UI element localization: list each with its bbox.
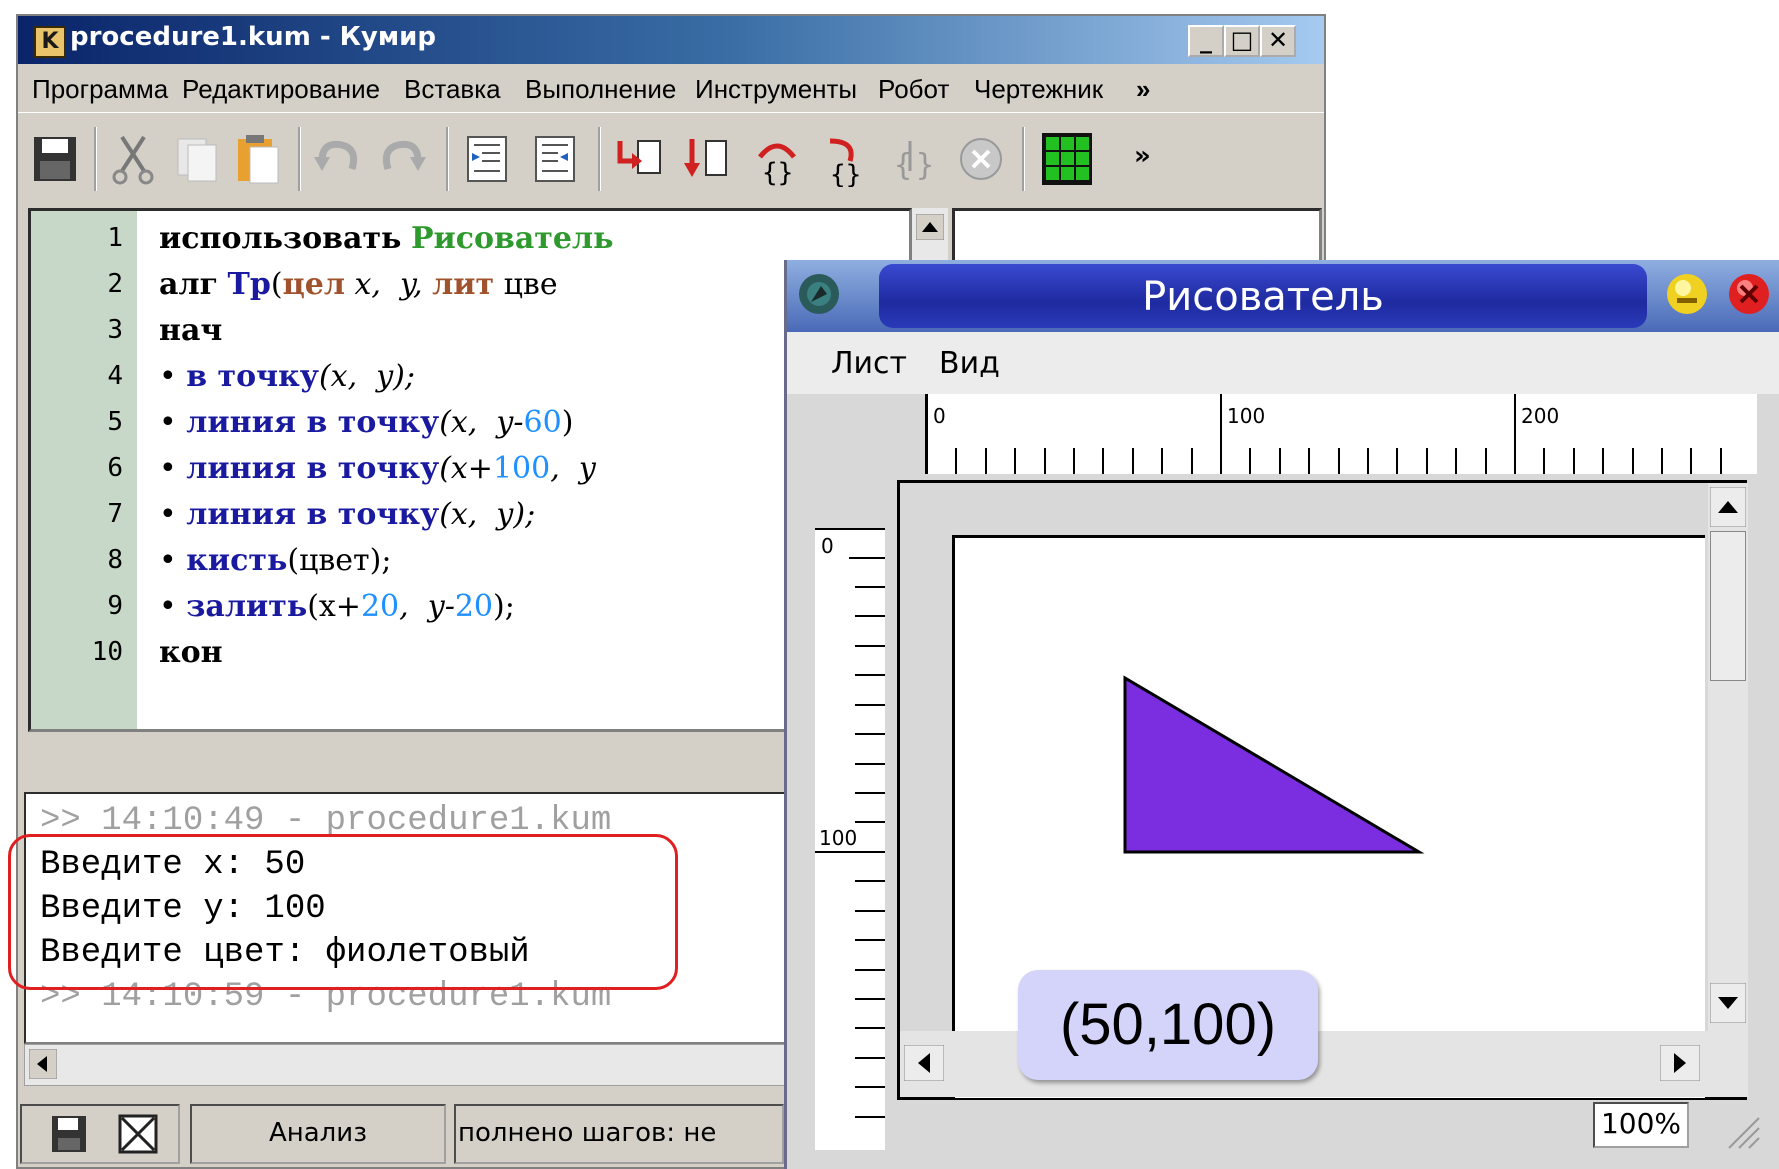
minimize-icon[interactable] [1665, 272, 1709, 316]
scroll-down-arrow-icon[interactable] [1710, 983, 1746, 1023]
status-analysis: Анализ [190, 1104, 446, 1164]
drawer-title-pill: Рисователь [879, 264, 1647, 328]
code-line-3: нач [159, 313, 223, 348]
line-number: 8 [107, 545, 123, 575]
menu-drawer[interactable]: Чертежник [974, 74, 1103, 105]
line-number: 10 [91, 637, 123, 667]
scroll-right-arrow-icon[interactable] [1660, 1045, 1700, 1081]
status-steps: полнено шагов: не [454, 1104, 784, 1164]
code-line-10: кон [159, 635, 223, 670]
toolbar: {} {} { } » [18, 112, 1324, 205]
scroll-left-arrow-icon[interactable] [29, 1049, 57, 1079]
menu-overflow[interactable]: » [1136, 74, 1150, 105]
ruler-ticks [927, 394, 1722, 474]
close-button[interactable]: ✕ [1260, 25, 1296, 57]
close-box-icon[interactable] [116, 1112, 160, 1156]
scroll-up-arrow-icon[interactable] [1710, 487, 1746, 527]
line-number-gutter: 1 2 3 4 5 6 7 8 9 10 [31, 211, 137, 729]
resize-grip-icon[interactable] [1721, 1110, 1761, 1150]
drawer-title-bar[interactable]: Рисователь [787, 260, 1779, 332]
indent-icon[interactable] [458, 131, 516, 187]
pin-icon[interactable] [797, 272, 841, 316]
console-horizontal-scrollbar[interactable] [24, 1044, 906, 1086]
step-out-icon[interactable]: {} [816, 131, 874, 187]
drawer-menu-bar: Лист Вид [787, 332, 1779, 394]
code-line-7: • линия в точку(x, y); [159, 497, 536, 532]
line-number: 5 [107, 407, 123, 437]
menu-program[interactable]: Программа [32, 74, 168, 105]
code-editor[interactable]: 1 2 3 4 5 6 7 8 9 10 использовать Рисова… [28, 208, 912, 732]
code-line-2: алг Тр(цел x, y, лит цве [159, 267, 558, 302]
step-icon[interactable] [678, 131, 736, 187]
code-line-9: • залить(x+20, y-20); [159, 589, 515, 624]
toolbar-overflow[interactable]: » [1134, 141, 1151, 171]
save-icon[interactable] [26, 131, 84, 187]
close-icon[interactable] [1727, 272, 1771, 316]
menu-insert[interactable]: Вставка [404, 74, 501, 105]
input-highlight-box [8, 834, 678, 990]
window-title: procedure1.kum - Кумир [70, 22, 436, 52]
code-line-4: • в точку(x, y); [159, 359, 415, 394]
paste-icon[interactable] [230, 131, 288, 187]
ruler-label: 100 [1227, 404, 1266, 428]
undo-icon[interactable] [308, 131, 366, 187]
status-icons-panel [20, 1104, 180, 1164]
code-line-1: использовать Рисователь [159, 221, 614, 256]
cut-icon[interactable] [104, 131, 162, 187]
menu-view[interactable]: Вид [939, 346, 1000, 381]
run-icon[interactable] [612, 131, 670, 187]
ruler-label: 0 [821, 534, 834, 558]
scroll-left-arrow-icon[interactable] [904, 1045, 944, 1081]
stop-icon[interactable] [952, 131, 1010, 187]
code-line-6: • линия в точку(x+100, y [159, 451, 596, 486]
menu-run[interactable]: Выполнение [525, 74, 676, 105]
line-number: 4 [107, 361, 123, 391]
line-number: 3 [107, 315, 123, 345]
menu-robot[interactable]: Робот [878, 74, 949, 105]
copy-icon[interactable] [168, 131, 226, 187]
app-icon[interactable]: K [34, 26, 66, 58]
line-number: 7 [107, 499, 123, 529]
minimize-button[interactable]: _ [1188, 25, 1224, 57]
vertical-ruler: 0 100 [815, 528, 885, 1150]
ruler-label: 0 [933, 404, 946, 428]
menu-edit[interactable]: Редактирование [182, 74, 380, 105]
menu-tools[interactable]: Инструменты [695, 74, 857, 105]
coordinate-callout: (50,100) [1018, 970, 1318, 1080]
save-icon[interactable] [48, 1112, 90, 1156]
canvas-vertical-scrollbar[interactable] [1708, 483, 1748, 1031]
purple-triangle [1123, 675, 1425, 854]
redo-icon[interactable] [374, 131, 432, 187]
menu-sheet[interactable]: Лист [831, 346, 907, 381]
ruler-label: 200 [1521, 404, 1560, 428]
drawer-title: Рисователь [1142, 274, 1384, 320]
line-number: 1 [107, 223, 123, 253]
line-number: 9 [107, 591, 123, 621]
horizontal-ruler: 0 100 200 [925, 394, 1757, 474]
title-bar[interactable]: K procedure1.kum - Кумир _ □ ✕ [18, 16, 1324, 64]
maximize-button[interactable]: □ [1224, 25, 1260, 57]
zoom-level[interactable]: 100% [1593, 1102, 1689, 1148]
svg-text:}: } [916, 148, 934, 183]
svg-text:{}: {} [830, 160, 861, 187]
scroll-up-arrow-icon[interactable] [916, 214, 944, 240]
step-over-icon[interactable]: { } [884, 131, 942, 187]
line-number: 6 [107, 453, 123, 483]
scroll-thumb[interactable] [1710, 531, 1746, 681]
code-line-8: • кисть(цвет); [159, 543, 392, 578]
unindent-icon[interactable] [526, 131, 584, 187]
line-number: 2 [107, 269, 123, 299]
menu-bar: Программа Редактирование Вставка Выполне… [18, 64, 1324, 110]
ruler-label: 100 [819, 826, 858, 850]
code-line-5: • линия в точку(x, y-60) [159, 405, 574, 440]
svg-text:{}: {} [762, 158, 793, 187]
grid-icon[interactable] [1038, 131, 1096, 187]
step-in-icon[interactable]: {} [748, 131, 806, 187]
